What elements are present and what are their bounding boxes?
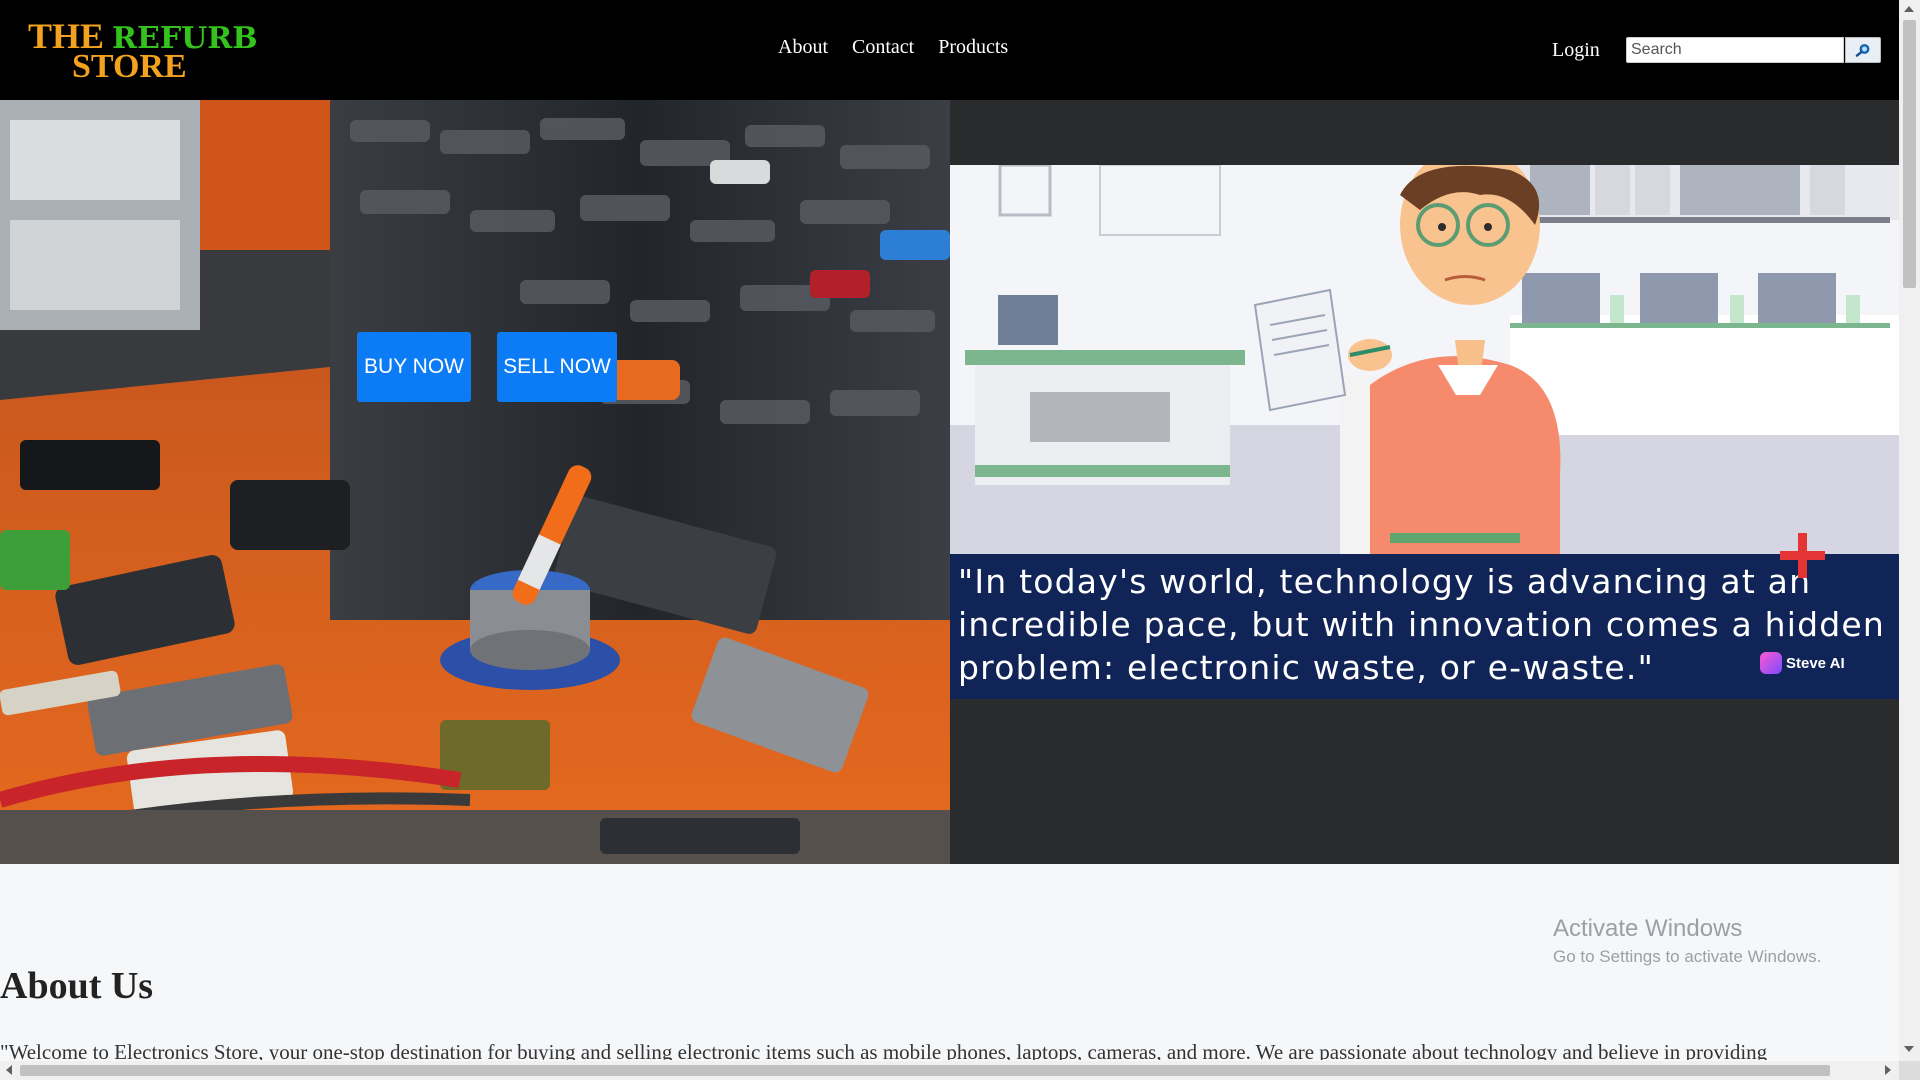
main-nav: About Contact Products (778, 36, 1008, 59)
scroll-down-icon[interactable] (1904, 1046, 1914, 1052)
plus-icon (1780, 533, 1825, 578)
video-frame (950, 165, 1899, 554)
electronics-photo (0, 100, 950, 864)
activate-windows-watermark: Activate Windows Go to Settings to activ… (1553, 915, 1821, 967)
vertical-scroll-thumb[interactable] (1903, 20, 1916, 288)
hero-image: BUY NOW SELL NOW (0, 100, 950, 864)
site-logo[interactable]: THE REFURB STORE (24, 16, 258, 84)
search-input[interactable] (1626, 37, 1844, 63)
buy-now-button[interactable]: BUY NOW (357, 332, 471, 402)
scrollbar-corner (1899, 1061, 1920, 1080)
horizontal-scrollbar[interactable] (0, 1061, 1899, 1080)
nav-about[interactable]: About (778, 36, 828, 59)
nav-products[interactable]: Products (938, 36, 1008, 59)
login-link[interactable]: Login (1552, 39, 1600, 62)
vertical-scrollbar[interactable] (1899, 0, 1920, 1061)
search-bar (1626, 37, 1881, 63)
search-button[interactable] (1845, 37, 1881, 63)
caption-text: "In today's world, technology is advanci… (958, 562, 1885, 687)
logo-word-store: STORE (72, 48, 187, 85)
video-player[interactable]: "In today's world, technology is advanci… (950, 100, 1899, 864)
activate-windows-title: Activate Windows (1553, 915, 1743, 942)
horizontal-scroll-thumb[interactable] (20, 1065, 1830, 1076)
activate-windows-subtitle: Go to Settings to activate Windows. (1553, 947, 1822, 966)
sell-now-button[interactable]: SELL NOW (497, 332, 617, 402)
video-illustration (950, 165, 1899, 554)
about-heading: About Us (0, 965, 154, 1007)
steve-ai-label: Steve AI (1786, 654, 1845, 672)
about-paragraph: "Welcome to Electronics Store, your one-… (0, 1040, 1768, 1060)
steve-ai-watermark: Steve AI (1760, 652, 1845, 674)
scroll-left-icon[interactable] (6, 1065, 12, 1075)
video-caption: "In today's world, technology is advanci… (950, 554, 1899, 699)
nav-contact[interactable]: Contact (852, 36, 914, 59)
search-icon (1855, 44, 1870, 57)
steve-ai-logo-icon (1760, 652, 1782, 674)
scroll-up-icon[interactable] (1904, 6, 1914, 12)
site-header: THE REFURB STORE About Contact Products L… (0, 0, 1899, 100)
scroll-right-icon[interactable] (1885, 1065, 1891, 1075)
